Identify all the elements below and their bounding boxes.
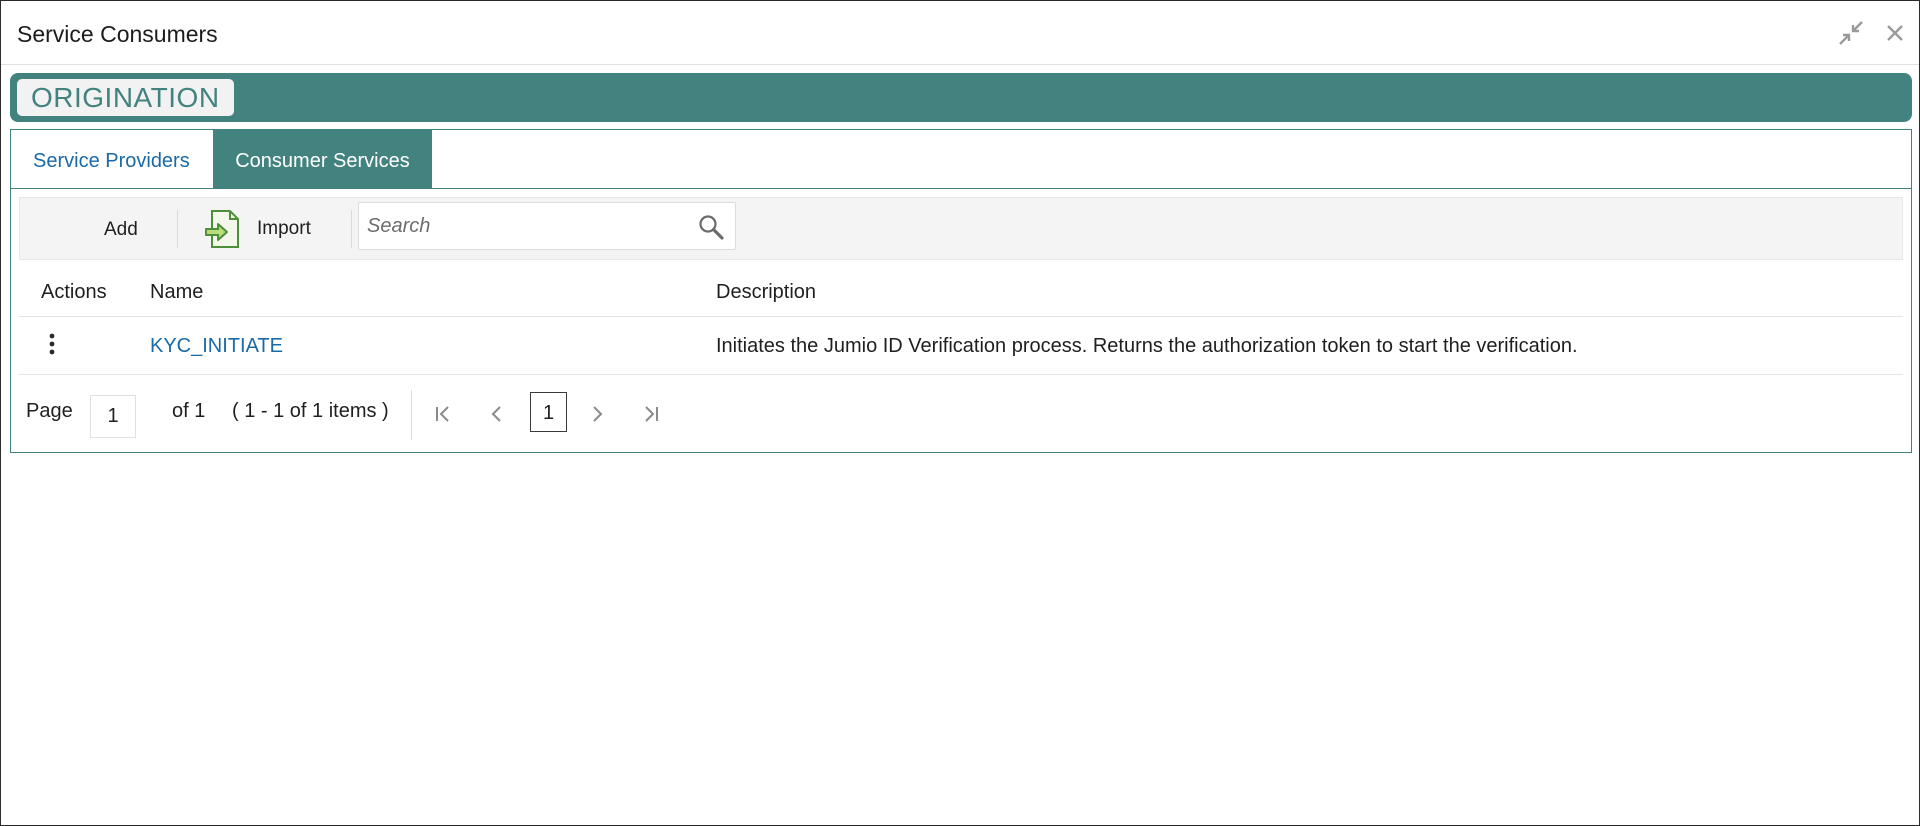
first-page-icon-graphic — [436, 406, 449, 422]
previous-page-icon[interactable] — [485, 402, 509, 426]
toolbar-divider — [177, 210, 178, 248]
origination-banner: ORIGINATION — [10, 73, 1912, 122]
import-button[interactable]: Import — [203, 198, 311, 259]
collapse-arrows-icon[interactable] — [1835, 17, 1867, 49]
table-header: Actions Name Description — [19, 267, 1903, 317]
window-title: Service Consumers — [17, 21, 218, 47]
column-header-actions: Actions — [41, 281, 107, 303]
last-page-icon[interactable] — [639, 402, 663, 426]
banner-label: ORIGINATION — [17, 79, 234, 116]
collapse-arrows-icon-graphic — [1839, 21, 1863, 45]
next-page-icon[interactable] — [585, 402, 609, 426]
previous-page-icon-graphic — [491, 406, 501, 422]
page-count-label: of 1 — [172, 400, 206, 422]
kebab-menu-icon[interactable] — [41, 327, 63, 361]
toolbar-divider — [351, 210, 352, 248]
service-consumers-window: Service Consumers ORIGINATION Service Pr… — [0, 0, 1920, 826]
window-titlebar: Service Consumers — [1, 1, 1919, 65]
tab-bar: Service Providers Consumer Services — [11, 130, 1911, 189]
row-name-link[interactable]: KYC_INITIATE — [150, 335, 283, 358]
current-page-button[interactable]: 1 — [530, 392, 567, 432]
search-box — [358, 202, 736, 250]
next-page-icon-graphic — [593, 406, 603, 422]
add-button[interactable]: Add — [104, 219, 138, 241]
table-row: KYC_INITIATE Initiates the Jumio ID Veri… — [19, 317, 1903, 375]
kebab-menu-icon-graphic — [49, 333, 55, 355]
column-header-name[interactable]: Name — [150, 281, 203, 304]
tab-consumer-services[interactable]: Consumer Services — [213, 130, 432, 188]
column-header-description[interactable]: Description — [716, 281, 816, 304]
consumer-services-table: Actions Name Description KYC_INITIATE In… — [19, 267, 1903, 375]
pager-divider — [411, 390, 412, 440]
content-panel: Service Providers Consumer Services Add … — [10, 129, 1912, 453]
search-input[interactable] — [367, 211, 687, 241]
tab-service-providers[interactable]: Service Providers — [11, 130, 212, 188]
magnifier-icon[interactable] — [697, 213, 725, 241]
row-description: Initiates the Jumio ID Verification proc… — [716, 335, 1578, 357]
items-count-label: ( 1 - 1 of 1 items ) — [232, 400, 389, 422]
close-icon-graphic — [1887, 25, 1903, 41]
first-page-icon[interactable] — [431, 402, 455, 426]
pagination: Page of 1 ( 1 - 1 of 1 items ) 1 — [19, 380, 1903, 446]
page-number-input[interactable] — [90, 395, 136, 438]
close-icon[interactable] — [1879, 17, 1911, 49]
import-document-icon — [205, 209, 239, 248]
import-label: Import — [257, 217, 311, 239]
last-page-icon-graphic — [645, 406, 658, 422]
toolbar: Add Import — [19, 197, 1903, 260]
page-label: Page — [26, 400, 73, 422]
